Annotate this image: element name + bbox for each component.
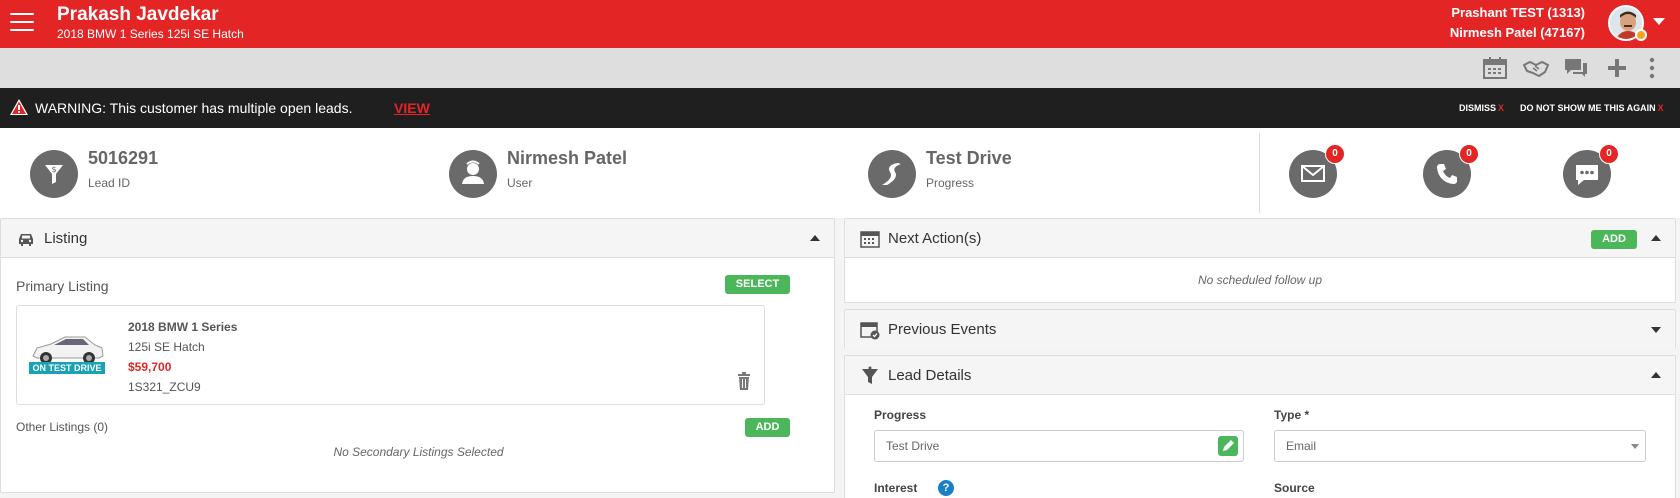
car-trim: 125i SE Hatch: [128, 340, 205, 354]
progress-field-value: Test Drive: [886, 439, 940, 453]
chevron-down-icon: [1631, 444, 1639, 449]
email-count-badge: 0: [1325, 144, 1345, 164]
lead-summary: $ 5016291 Lead ID Nirmesh Patel User Tes…: [0, 128, 1680, 218]
chevron-up-icon[interactable]: [1651, 372, 1661, 378]
handshake-icon[interactable]: [1523, 56, 1549, 80]
lead-details-panel: Lead Details Progress Test Drive Type * …: [844, 355, 1676, 498]
select-listing-button[interactable]: SELECT: [725, 275, 790, 294]
type-field-label: Type *: [1274, 408, 1310, 422]
car-stock: 1S321_ZCU9: [128, 380, 201, 394]
user-icon: [449, 150, 497, 198]
listing-panel: Listing Primary Listing SELECT ON TEST D…: [0, 218, 835, 493]
user-label: User: [507, 176, 533, 190]
listing-panel-header[interactable]: Listing: [1, 219, 834, 258]
previous-events-panel: Previous Events: [844, 309, 1676, 349]
primary-listing-title: Primary Listing: [16, 278, 109, 294]
user-value: Nirmesh Patel: [507, 148, 628, 168]
road-icon: [868, 150, 916, 198]
previous-events-header[interactable]: Previous Events: [845, 310, 1675, 349]
listing-title: Listing: [44, 230, 88, 247]
call-count-badge: 0: [1459, 144, 1479, 164]
lead-id-label: Lead ID: [88, 176, 131, 190]
top-header: Prakash Javdekar 2018 BMW 1 Series 125i …: [0, 0, 1680, 48]
never-show-label: DO NOT SHOW ME THIS AGAIN: [1520, 103, 1656, 113]
dismiss-label: DISMISS: [1459, 103, 1497, 113]
dealer-user: Prashant TEST (1313): [1451, 5, 1585, 20]
warning-banner: WARNING: This customer has multiple open…: [0, 88, 1680, 128]
no-secondary-listings: No Secondary Listings Selected: [333, 445, 504, 459]
next-actions-panel: Next Action(s) ADD No scheduled follow u…: [844, 218, 1676, 303]
type-select-value: Email: [1286, 439, 1317, 453]
car-name: 2018 BMW 1 Series: [128, 320, 238, 334]
never-show-button[interactable]: DO NOT SHOW ME THIS AGAIN X: [1520, 103, 1664, 113]
funnel-icon: $: [30, 150, 78, 198]
plus-icon[interactable]: [1604, 56, 1630, 80]
customer-name: Prakash Javdekar: [57, 4, 219, 25]
chevron-up-icon[interactable]: [810, 235, 820, 241]
summary-divider: [1259, 133, 1260, 213]
help-icon[interactable]: ?: [938, 480, 954, 496]
assigned-user: Nirmesh Patel (47167): [1449, 25, 1585, 40]
trash-icon[interactable]: [737, 372, 751, 390]
chevron-down-icon[interactable]: [1653, 18, 1665, 25]
progress-field[interactable]: Test Drive: [874, 430, 1244, 462]
type-select[interactable]: Email: [1274, 430, 1646, 462]
test-drive-badge: ON TEST DRIVE: [29, 362, 105, 374]
progress-field-label: Progress: [874, 408, 927, 422]
dismiss-button[interactable]: DISMISS X: [1459, 103, 1504, 113]
car-price: $59,700: [128, 360, 172, 374]
close-icon: X: [1498, 103, 1505, 113]
car-icon: [16, 229, 36, 249]
more-vertical-icon[interactable]: [1645, 56, 1659, 80]
lead-details-header[interactable]: Lead Details: [845, 356, 1675, 395]
lead-id-value: 5016291: [88, 148, 159, 168]
chat-icon[interactable]: [1563, 56, 1589, 80]
warning-icon: [9, 98, 29, 121]
funnel-icon: [860, 366, 880, 386]
add-listing-button[interactable]: ADD: [745, 418, 790, 437]
customer-vehicle: 2018 BMW 1 Series 125i SE Hatch: [57, 27, 244, 41]
add-action-button[interactable]: ADD: [1591, 230, 1637, 249]
calendar-icon[interactable]: [1482, 56, 1508, 80]
no-followup-text: No scheduled follow up: [1197, 273, 1323, 287]
status-dot: [1635, 29, 1647, 41]
progress-label: Progress: [926, 176, 975, 190]
previous-events-title: Previous Events: [888, 321, 997, 338]
view-leads-link[interactable]: VIEW: [394, 100, 430, 116]
menu-icon[interactable]: [10, 13, 34, 33]
pencil-icon[interactable]: [1218, 436, 1238, 456]
calendar-icon: [860, 229, 880, 249]
action-toolbar: [0, 48, 1680, 88]
interest-field-label: Interest: [874, 481, 918, 495]
other-listings-title: Other Listings (0): [16, 420, 109, 434]
next-actions-title: Next Action(s): [888, 230, 982, 247]
lead-details-title: Lead Details: [888, 367, 972, 384]
sms-count-badge: 0: [1599, 144, 1619, 164]
warning-text: WARNING: This customer has multiple open…: [35, 100, 353, 116]
calendar-check-icon: [860, 320, 880, 340]
svg-text:$: $: [51, 165, 56, 174]
chevron-up-icon[interactable]: [1651, 235, 1661, 241]
next-actions-header[interactable]: Next Action(s) ADD: [845, 219, 1675, 258]
close-icon: X: [1657, 103, 1664, 113]
source-field-label: Source: [1274, 481, 1315, 495]
primary-listing-card[interactable]: ON TEST DRIVE 2018 BMW 1 Series 125i SE …: [16, 305, 765, 405]
progress-value: Test Drive: [926, 148, 1012, 168]
chevron-down-icon[interactable]: [1651, 327, 1661, 333]
